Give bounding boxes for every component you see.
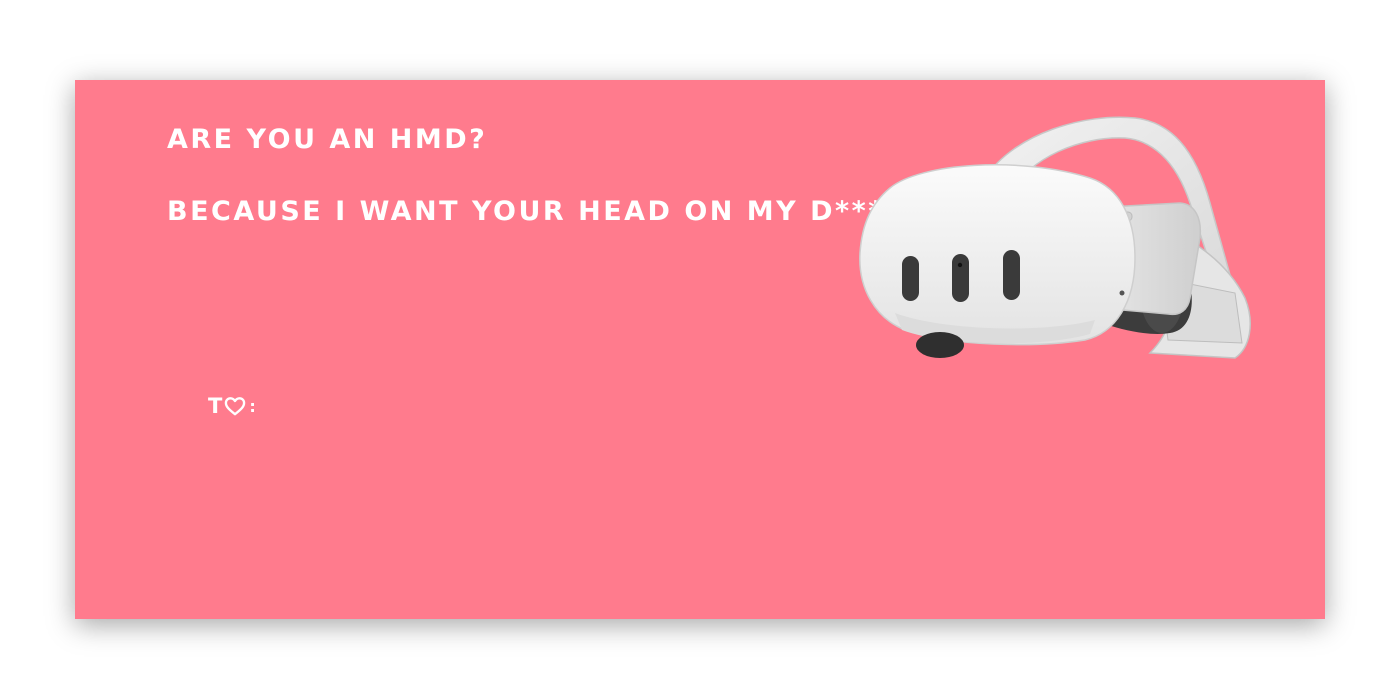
valentine-card: ARE YOU AN HMD? BECAUSE I WANT YOUR HEAD… [75,80,1325,619]
heart-icon [225,397,246,416]
to-label-colon: : [249,396,257,416]
to-field: T : [208,394,257,418]
card-line-1: ARE YOU AN HMD? [167,124,488,155]
card-line-2: BECAUSE I WANT YOUR HEAD ON MY D*** [167,196,885,227]
page: ARE YOU AN HMD? BECAUSE I WANT YOUR HEAD… [0,0,1400,700]
to-label-prefix: T [208,394,224,418]
vr-headset-illustration [859,116,1251,359]
